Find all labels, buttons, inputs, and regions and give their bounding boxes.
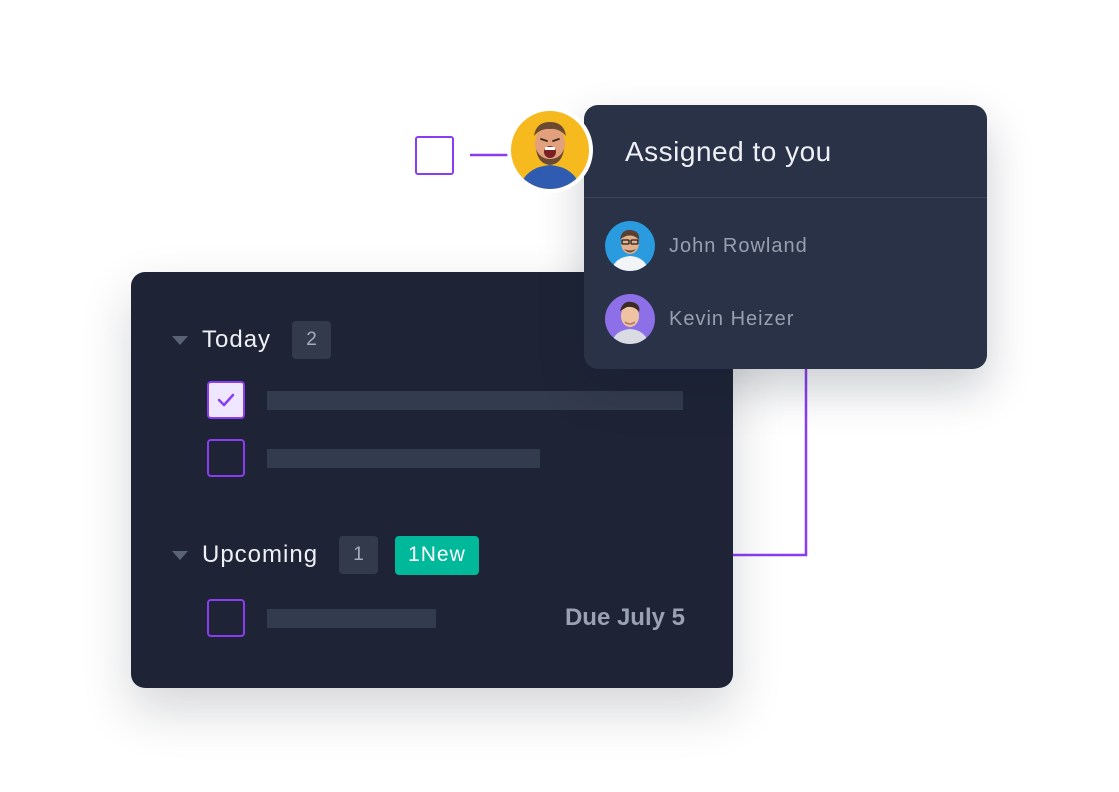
divider xyxy=(584,197,987,198)
task-title-placeholder xyxy=(267,608,436,628)
section-today[interactable]: Today 2 xyxy=(172,321,332,359)
new-badge: 1New xyxy=(395,535,479,575)
section-title-upcoming: Upcoming xyxy=(202,541,319,568)
assignee-name: Kevin Heizer xyxy=(669,307,795,330)
caret-down-icon[interactable] xyxy=(172,335,188,345)
task-row[interactable] xyxy=(207,439,685,477)
popup-title: Assigned to you xyxy=(625,136,832,167)
count-badge-today: 2 xyxy=(292,321,332,359)
count-badge-upcoming: 1 xyxy=(339,536,379,574)
avatar-john xyxy=(605,221,655,271)
task-checkbox[interactable] xyxy=(207,599,245,637)
caret-down-icon[interactable] xyxy=(172,550,188,560)
assignee-name: John Rowland xyxy=(669,234,808,257)
section-title-today: Today xyxy=(202,326,272,353)
task-title-placeholder xyxy=(267,448,540,468)
assignee-item-kevin[interactable]: Kevin Heizer xyxy=(605,294,794,344)
assignee-avatar[interactable] xyxy=(507,107,593,193)
assignee-item-john[interactable]: John Rowland xyxy=(605,221,808,271)
assign-task-checkbox[interactable] xyxy=(415,136,454,175)
task-row[interactable]: Due July 5 xyxy=(207,599,685,637)
task-checkbox[interactable] xyxy=(207,439,245,477)
task-checkbox[interactable] xyxy=(207,381,245,419)
avatar-icon xyxy=(511,111,589,189)
assigned-popup: Assigned to you John Rowland Kevin Heize… xyxy=(584,105,987,369)
task-row[interactable] xyxy=(207,381,685,419)
section-upcoming[interactable]: Upcoming 1 1New xyxy=(172,535,479,575)
due-date: Due July 5 xyxy=(564,604,685,631)
avatar-kevin xyxy=(605,294,655,344)
task-title-placeholder xyxy=(267,390,683,410)
checkmark-icon xyxy=(217,393,235,407)
